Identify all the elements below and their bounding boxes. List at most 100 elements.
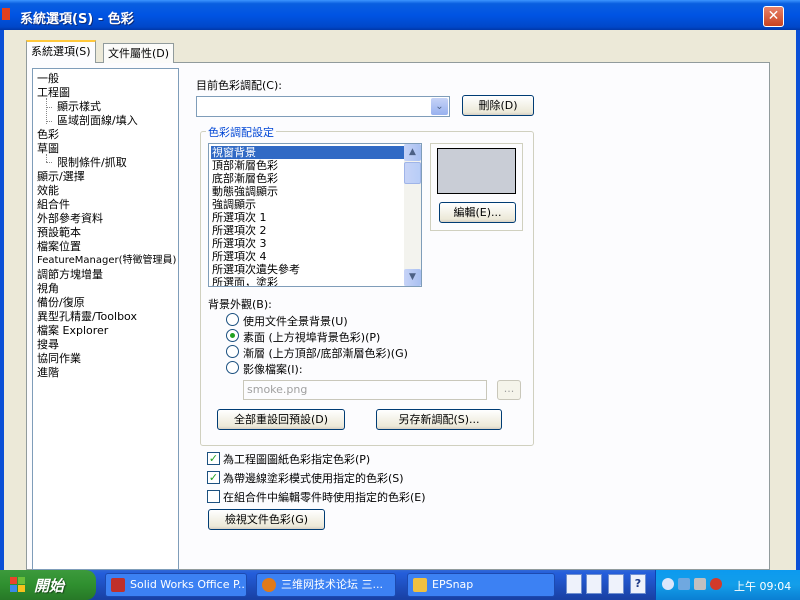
tree-connector [46, 121, 52, 122]
scroll-up-icon[interactable]: ▲ [404, 144, 421, 161]
color-scheme-select[interactable]: ⌄ [196, 96, 450, 117]
checkbox-shaded-edges-color-label[interactable]: 為帶邊線塗彩模式使用指定的色彩(S) [223, 470, 404, 486]
list-item[interactable]: 視窗背景 [210, 145, 406, 160]
close-button[interactable]: ✕ [763, 6, 784, 27]
window-frame-right [796, 30, 800, 570]
system-tray: 上午 09:04 [655, 570, 800, 600]
tree-connector [46, 107, 52, 108]
tree-item-drawings[interactable]: 工程圖 [37, 86, 70, 100]
tree-item-hole-wizard-toolbox[interactable]: 異型孔精靈/Toolbox [37, 310, 137, 324]
radio-plain-background-label[interactable]: 素面 (上方視埠背景色彩)(P) [243, 329, 380, 345]
tree-item-spin-box-increments[interactable]: 調節方塊增量 [37, 268, 103, 282]
network-icon[interactable] [678, 578, 690, 590]
close-icon: ✕ [767, 8, 780, 24]
tree-item-view[interactable]: 視角 [37, 282, 59, 296]
tree-item-file-explorer[interactable]: 檔案 Explorer [37, 324, 108, 338]
antivirus-icon[interactable] [710, 578, 722, 590]
color-preview-swatch [437, 148, 516, 194]
list-item[interactable]: 所選項次 2 [211, 224, 405, 237]
tree-item-relations-snaps[interactable]: 限制條件/抓取 [57, 156, 127, 170]
list-item[interactable]: 底部漸層色彩 [211, 172, 405, 185]
color-list-scrollbar[interactable]: ▲ ▼ [404, 144, 421, 286]
delete-scheme-button[interactable]: 刪除(D) [462, 95, 534, 116]
scroll-down-icon[interactable]: ▼ [404, 269, 421, 286]
list-item[interactable]: 所選項次 3 [211, 237, 405, 250]
tree-item-performance[interactable]: 效能 [37, 184, 59, 198]
checkbox-drawing-paper-color[interactable]: ✓ [207, 452, 220, 465]
color-settings-group-title: 色彩調配設定 [206, 124, 276, 140]
taskbar-item-label: 三维网技术论坛 三... [281, 578, 383, 591]
list-item[interactable]: 所選面，塗彩 [211, 276, 405, 286]
radio-use-document-scene[interactable] [226, 313, 239, 326]
color-scheme-label: 目前色彩調配(C): [196, 79, 282, 92]
tree-item-colors[interactable]: 色彩 [37, 128, 59, 142]
checkbox-edit-part-color[interactable] [207, 490, 220, 503]
tree-item-sketch[interactable]: 草圖 [37, 142, 59, 156]
list-item[interactable]: 頂部漸層色彩 [211, 159, 405, 172]
taskbar: 開始 Solid Works Office P... 三维网技术论坛 三... … [0, 570, 800, 600]
list-item[interactable]: 所選項次 4 [211, 250, 405, 263]
tab-system-options[interactable]: 系統選項(S) [26, 40, 96, 63]
chevron-down-icon[interactable]: ⌄ [431, 98, 448, 115]
tree-connector [46, 162, 52, 163]
list-item[interactable]: 所選項次 1 [211, 211, 405, 224]
volume-icon[interactable] [694, 578, 706, 590]
background-appearance-label: 背景外觀(B): [208, 298, 272, 311]
taskbar-item-browser[interactable]: 三维网技术论坛 三... [256, 573, 396, 597]
firefox-icon [262, 578, 276, 592]
tree-item-featuremanager[interactable]: FeatureManager(特徵管理員) [37, 254, 176, 268]
tree-item-display-style[interactable]: 顯示樣式 [57, 100, 101, 114]
clock[interactable]: 上午 09:04 [734, 578, 791, 594]
tree-item-search[interactable]: 搜尋 [37, 338, 59, 352]
tree-item-file-locations[interactable]: 檔案位置 [37, 240, 81, 254]
list-item[interactable]: 強調顯示 [211, 198, 405, 211]
taskbar-item-solidworks[interactable]: Solid Works Office P... [105, 573, 247, 597]
keyboard-icon[interactable] [566, 574, 582, 594]
radio-selected-dot [230, 333, 235, 338]
tree-item-advanced[interactable]: 進階 [37, 366, 59, 380]
tree-item-backup-recover[interactable]: 備份/復原 [37, 296, 85, 310]
options-tree[interactable]: 一般 工程圖 顯示樣式 區域剖面線/填入 色彩 草圖 限制條件/抓取 顯示/選擇… [32, 68, 179, 570]
color-items-list[interactable]: 視窗背景 頂部漸層色彩 底部漸層色彩 動態強調顯示 強調顯示 所選項次 1 所選… [208, 143, 422, 287]
checkbox-shaded-edges-color[interactable]: ✓ [207, 471, 220, 484]
list-item[interactable]: 動態強調顯示 [211, 185, 405, 198]
radio-gradient-background[interactable] [226, 345, 239, 358]
pen-icon[interactable] [586, 574, 602, 594]
solidworks-icon [111, 578, 125, 592]
window-title: 系統選項(S) - 色彩 [20, 12, 134, 27]
chevron-left-icon[interactable] [662, 578, 674, 590]
radio-plain-background[interactable] [226, 329, 239, 342]
check-icon: ✓ [208, 452, 219, 465]
edit-color-button[interactable]: 編輯(E)... [439, 202, 516, 223]
help-icon[interactable]: ? [630, 574, 646, 594]
view-document-colors-button[interactable]: 檢視文件色彩(G) [208, 509, 325, 530]
tab-document-properties[interactable]: 文件屬性(D) [103, 43, 175, 63]
ime-icon[interactable] [608, 574, 624, 594]
reset-defaults-button[interactable]: 全部重設回預設(D) [217, 409, 345, 430]
tree-item-general[interactable]: 一般 [37, 72, 59, 86]
tree-item-collaboration[interactable]: 協同作業 [37, 352, 81, 366]
radio-image-file-label[interactable]: 影像檔案(I): [243, 361, 303, 377]
list-item[interactable]: 所選項次遺失參考 [211, 263, 405, 276]
tree-item-default-templates[interactable]: 預設範本 [37, 226, 81, 240]
browse-image-button[interactable]: ... [497, 380, 521, 400]
checkbox-drawing-paper-color-label[interactable]: 為工程圖圖紙色彩指定色彩(P) [223, 451, 370, 467]
tree-item-area-hatch[interactable]: 區域剖面線/填入 [57, 114, 138, 128]
start-button[interactable]: 開始 [0, 570, 96, 600]
radio-image-file[interactable] [226, 361, 239, 374]
image-file-field[interactable]: smoke.png [243, 380, 487, 400]
title-bar: 系統選項(S) - 色彩 ✕ [0, 0, 800, 30]
start-label: 開始 [34, 577, 65, 595]
radio-use-document-scene-label[interactable]: 使用文件全景背景(U) [243, 313, 348, 329]
scroll-thumb[interactable] [404, 162, 421, 184]
tree-item-assemblies[interactable]: 組合件 [37, 198, 70, 212]
windows-logo-icon [10, 577, 26, 593]
checkbox-edit-part-color-label[interactable]: 在組合件中編輯零件時使用指定的色彩(E) [223, 489, 426, 505]
tree-item-external-references[interactable]: 外部參考資料 [37, 212, 103, 226]
folder-icon [413, 578, 427, 592]
save-as-scheme-button[interactable]: 另存新調配(S)... [376, 409, 502, 430]
taskbar-item-epsnap[interactable]: EPSnap [407, 573, 555, 597]
tree-item-display-selection[interactable]: 顯示/選擇 [37, 170, 85, 184]
radio-gradient-background-label[interactable]: 漸層 (上方頂部/底部漸層色彩)(G) [243, 345, 408, 361]
app-icon [2, 8, 10, 20]
